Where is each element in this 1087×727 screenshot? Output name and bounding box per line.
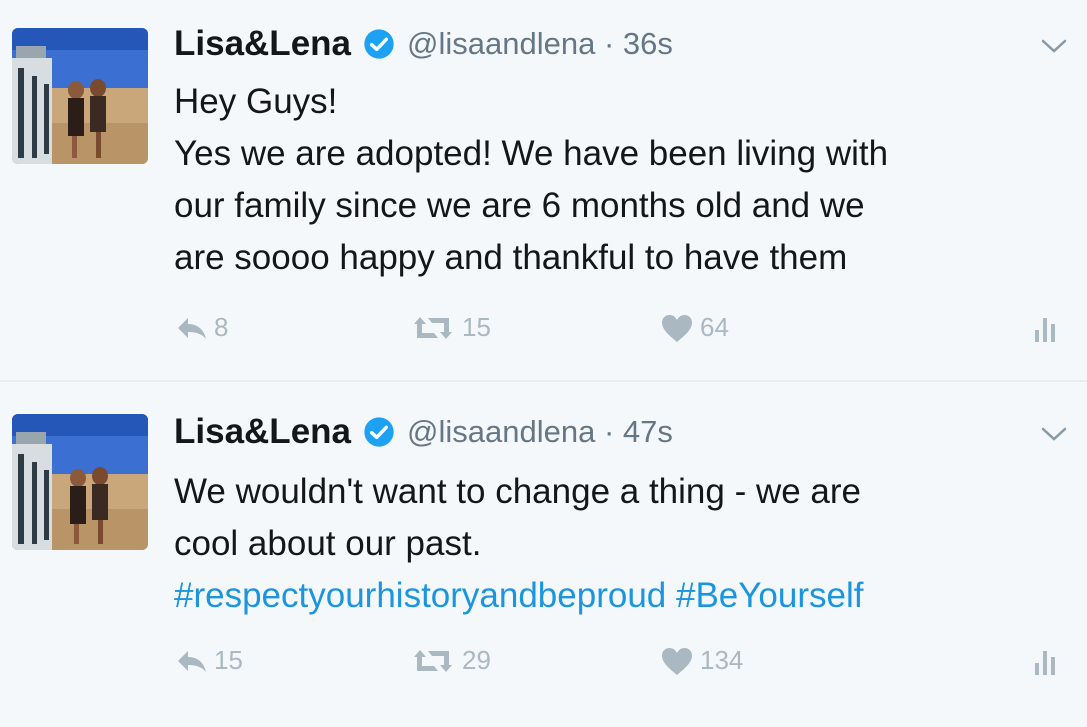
- reply-count: 15: [214, 645, 243, 675]
- handle[interactable]: @lisaandlena: [407, 26, 595, 61]
- analytics-icon: [1035, 651, 1055, 675]
- retweet-icon: [414, 649, 452, 672]
- tweet-actions: 15 29 134: [0, 645, 1087, 685]
- tweet[interactable]: Lisa&Lena @lisaandlena · 47s We wouldn't…: [0, 382, 1087, 727]
- avatar[interactable]: [12, 28, 148, 164]
- analytics-button[interactable]: [1033, 312, 1067, 344]
- reply-icon: [178, 650, 206, 672]
- like-button[interactable]: 64: [660, 312, 729, 343]
- tweet[interactable]: Lisa&Lena @lisaandlena · 36s Hey Guys! Y…: [0, 0, 1087, 382]
- retweet-icon: [414, 316, 452, 339]
- tweet-feed: Lisa&Lena @lisaandlena · 36s Hey Guys! Y…: [0, 0, 1087, 727]
- like-button[interactable]: 134: [660, 645, 743, 676]
- tweet-actions: 8 15 64: [0, 312, 1087, 352]
- retweet-count: 15: [462, 312, 491, 342]
- analytics-icon: [1035, 318, 1055, 342]
- tweet-header: Lisa&Lena @lisaandlena · 47s: [174, 412, 673, 452]
- tweet-header: Lisa&Lena @lisaandlena · 36s: [174, 24, 673, 64]
- heart-icon: [662, 314, 692, 342]
- timestamp[interactable]: 47s: [623, 414, 673, 449]
- tweet-text-line: cool about our past.: [174, 524, 482, 563]
- verified-badge-icon: [364, 29, 394, 59]
- hashtag-link[interactable]: #respectyourhistoryandbeproud: [174, 576, 666, 615]
- meta-separator: ·: [603, 414, 615, 449]
- tweet-text-line: Yes we are adopted! We have been living …: [174, 134, 889, 173]
- reply-count: 8: [214, 312, 229, 342]
- like-count: 134: [700, 645, 744, 675]
- hashtag-line: #respectyourhistoryandbeproud #BeYoursel…: [174, 570, 1064, 622]
- retweet-button[interactable]: 29: [410, 645, 491, 676]
- tweet-text: We wouldn't want to change a thing - we …: [174, 466, 1064, 622]
- chevron-down-icon[interactable]: [1039, 36, 1069, 56]
- verified-badge-icon: [364, 417, 394, 447]
- tweet-text-line: are soooo happy and thankful to have the…: [174, 238, 848, 277]
- meta-separator: ·: [603, 26, 615, 61]
- handle[interactable]: @lisaandlena: [407, 414, 595, 449]
- reply-button[interactable]: 8: [176, 312, 228, 343]
- like-count: 64: [700, 312, 729, 342]
- analytics-button[interactable]: [1033, 645, 1067, 677]
- tweet-text-line: Hey Guys!: [174, 82, 338, 121]
- retweet-button[interactable]: 15: [410, 312, 491, 343]
- display-name[interactable]: Lisa&Lena: [174, 412, 351, 452]
- chevron-down-icon[interactable]: [1039, 424, 1069, 444]
- hashtag-link[interactable]: #BeYourself: [676, 576, 863, 615]
- tweet-text-line: our family since we are 6 months old and…: [174, 186, 865, 225]
- reply-icon: [178, 317, 206, 339]
- tweet-text-line: We wouldn't want to change a thing - we …: [174, 472, 861, 511]
- tweet-text: Hey Guys! Yes we are adopted! We have be…: [174, 76, 1064, 284]
- reply-button[interactable]: 15: [176, 645, 243, 676]
- timestamp[interactable]: 36s: [623, 26, 673, 61]
- heart-icon: [662, 647, 692, 675]
- retweet-count: 29: [462, 645, 491, 675]
- display-name[interactable]: Lisa&Lena: [174, 24, 351, 64]
- avatar[interactable]: [12, 414, 148, 550]
